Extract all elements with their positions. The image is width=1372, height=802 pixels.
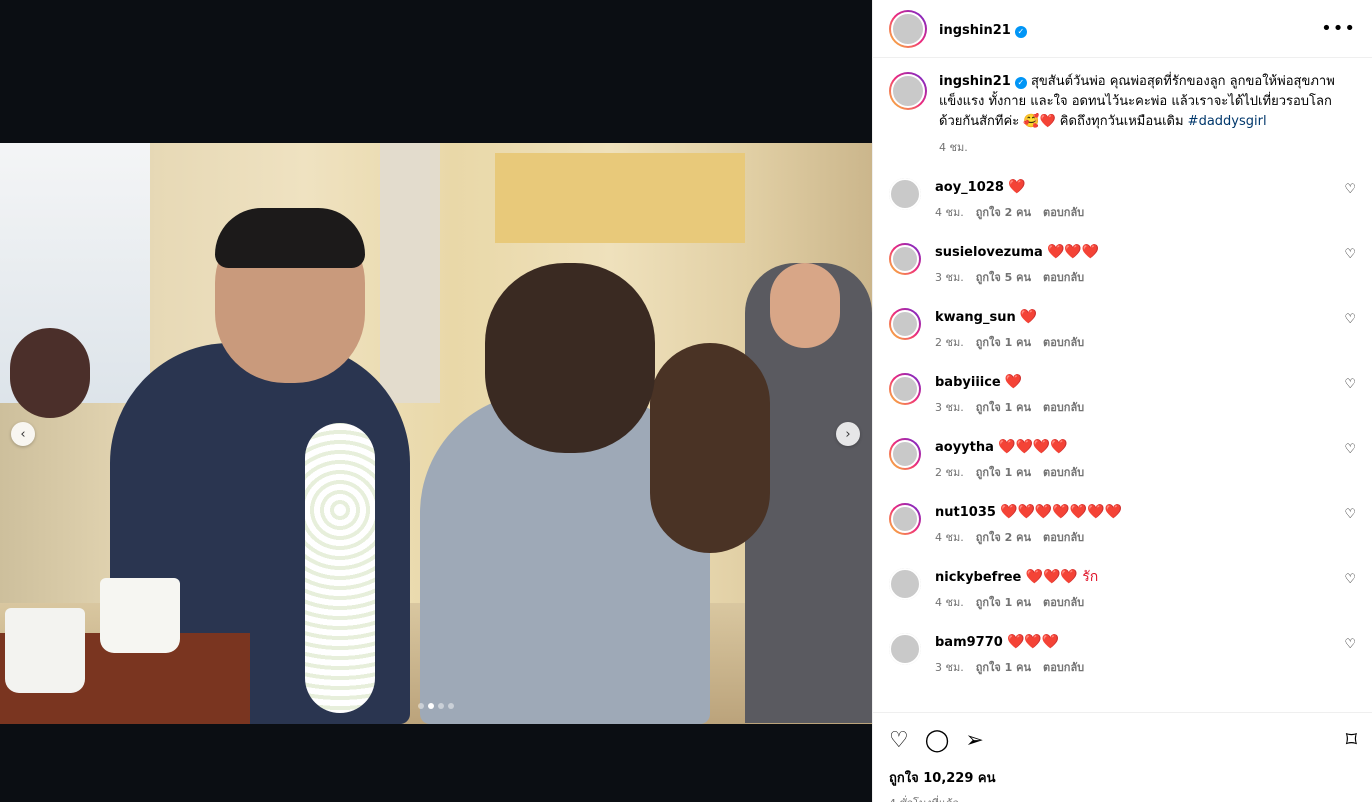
comment-like-icon[interactable]: ♡ (1344, 442, 1356, 457)
more-options-button[interactable]: ••• (1321, 18, 1356, 39)
comment-text: ❤️ (1004, 374, 1023, 390)
comment-text: ❤️ (1019, 309, 1038, 325)
carousel-dot (428, 703, 434, 709)
comment-row: kwang_sun ❤️ 2 ชม. ถูกใจ 1 คน ตอบกลับ ♡ (889, 308, 1356, 351)
comment-likes[interactable]: ถูกใจ 5 คน (976, 271, 1031, 284)
post-actions: ♡ ◯ ➢ ⌑ ถูกใจ 10,229 คน 4 ชั่วโมงที่แล้ว (873, 712, 1372, 802)
hashtag-link[interactable]: #daddysgirl (1188, 114, 1267, 129)
comment-like-icon[interactable]: ♡ (1344, 377, 1356, 392)
post-media: ‹ › (0, 0, 872, 802)
post-sidebar: ingshin21 ✓ ••• ingshin21 ✓ สุขสันต์วันพ่อ… (872, 0, 1372, 802)
comment-row: aoyytha ❤️❤️❤️❤️ 2 ชม. ถูกใจ 1 คน ตอบกลับ ♡ (889, 438, 1356, 481)
comment-like-icon[interactable]: ♡ (1344, 572, 1356, 587)
commenter-avatar[interactable] (889, 178, 921, 210)
comment-likes[interactable]: ถูกใจ 1 คน (976, 336, 1031, 349)
carousel-dots (418, 703, 454, 709)
commenter-username[interactable]: susielovezuma (935, 245, 1043, 260)
author-avatar[interactable] (889, 9, 927, 48)
comment-list: aoy_1028 ❤️ 4 ชม. ถูกใจ 2 คน ตอบกลับ ♡ susiel… (889, 178, 1356, 676)
comment-text: ❤️❤️❤️ รัก (1025, 569, 1099, 585)
commenter-avatar[interactable] (889, 373, 921, 405)
next-image-button[interactable]: › (836, 422, 860, 446)
comment-row: bam9770 ❤️❤️❤️ 3 ชม. ถูกใจ 1 คน ตอบกลับ ♡ (889, 633, 1356, 676)
bookmark-icon[interactable]: ⌑ (1346, 728, 1357, 753)
comment-time: 2 ชม. (935, 336, 964, 349)
previous-image-button[interactable]: ‹ (11, 422, 35, 446)
commenter-username[interactable]: aoy_1028 (935, 180, 1004, 195)
comment-icon[interactable]: ◯ (925, 728, 950, 753)
comment-time: 3 ชม. (935, 401, 964, 414)
commenter-avatar[interactable] (889, 633, 921, 665)
comment-time: 2 ชม. (935, 466, 964, 479)
verified-icon: ✓ (1014, 77, 1027, 89)
comment-text: ❤️ (1008, 179, 1026, 195)
post-timestamp: 4 ชั่วโมงที่แล้ว (889, 794, 1357, 802)
comment-time: 3 ชม. (935, 271, 964, 284)
reply-button[interactable]: ตอบกลับ (1043, 271, 1084, 284)
carousel-dot (418, 703, 424, 709)
reply-button[interactable]: ตอบกลับ (1043, 466, 1084, 479)
comment-like-icon[interactable]: ♡ (1344, 312, 1356, 327)
commenter-username[interactable]: kwang_sun (935, 310, 1016, 325)
carousel-dot (438, 703, 444, 709)
reply-button[interactable]: ตอบกลับ (1043, 596, 1084, 609)
comment-time: 3 ชม. (935, 661, 964, 674)
like-icon[interactable]: ♡ (889, 728, 909, 753)
author-username[interactable]: ingshin21 (939, 23, 1011, 38)
comment-likes[interactable]: ถูกใจ 1 คน (976, 466, 1031, 479)
comment-row: aoy_1028 ❤️ 4 ชม. ถูกใจ 2 คน ตอบกลับ ♡ (889, 178, 1356, 221)
comment-likes[interactable]: ถูกใจ 2 คน (976, 531, 1031, 544)
commenter-username[interactable]: nickybefree (935, 570, 1021, 585)
commenter-username[interactable]: nut1035 (935, 505, 996, 520)
like-count[interactable]: ถูกใจ 10,229 คน (889, 767, 1357, 788)
comment-row: nut1035 ❤️❤️❤️❤️❤️❤️❤️ 4 ชม. ถูกใจ 2 คน ตอบ… (889, 503, 1356, 546)
commenter-username[interactable]: bam9770 (935, 635, 1003, 650)
commenter-avatar[interactable] (889, 503, 921, 535)
post-header: ingshin21 ✓ ••• (873, 0, 1372, 58)
comment-time: 4 ชม. (935, 596, 964, 609)
post-caption: ingshin21 ✓ สุขสันต์วันพ่อ คุณพ่อสุดที่รั… (889, 72, 1356, 156)
reply-button[interactable]: ตอบกลับ (1043, 661, 1084, 674)
commenter-avatar[interactable] (889, 308, 921, 340)
comment-like-icon[interactable]: ♡ (1344, 507, 1356, 522)
comment-like-icon[interactable]: ♡ (1344, 637, 1356, 652)
commenter-username[interactable]: babyiiice (935, 375, 1001, 390)
post-photo (0, 143, 872, 724)
comment-row: nickybefree ❤️❤️❤️ รัก 4 ชม. ถูกใจ 1 คน ตอบ… (889, 568, 1356, 611)
comment-row: susielovezuma ❤️❤️❤️ 3 ชม. ถูกใจ 5 คน ตอบกล… (889, 243, 1356, 286)
comment-text: ❤️❤️❤️ (1006, 634, 1060, 650)
comments-scroll[interactable]: ingshin21 ✓ สุขสันต์วันพ่อ คุณพ่อสุดที่รั… (873, 58, 1372, 712)
caption-time: 4 ชม. (939, 141, 968, 154)
caption-avatar[interactable] (889, 72, 927, 110)
comment-likes[interactable]: ถูกใจ 2 คน (976, 206, 1031, 219)
comment-time: 4 ชม. (935, 206, 964, 219)
commenter-avatar[interactable] (889, 243, 921, 275)
comment-text: ❤️❤️❤️❤️❤️❤️❤️ (1000, 504, 1123, 520)
comment-like-icon[interactable]: ♡ (1344, 182, 1356, 197)
verified-icon: ✓ (1014, 26, 1027, 38)
reply-button[interactable]: ตอบกลับ (1043, 336, 1084, 349)
reply-button[interactable]: ตอบกลับ (1043, 401, 1084, 414)
comment-likes[interactable]: ถูกใจ 1 คน (976, 661, 1031, 674)
commenter-username[interactable]: aoyytha (935, 440, 994, 455)
comment-text: ❤️❤️❤️❤️ (998, 439, 1068, 455)
comment-time: 4 ชม. (935, 531, 964, 544)
reply-button[interactable]: ตอบกลับ (1043, 206, 1084, 219)
commenter-avatar[interactable] (889, 438, 921, 470)
commenter-avatar[interactable] (889, 568, 921, 600)
comment-likes[interactable]: ถูกใจ 1 คน (976, 401, 1031, 414)
caption-username[interactable]: ingshin21 (939, 74, 1011, 89)
comment-likes[interactable]: ถูกใจ 1 คน (976, 596, 1031, 609)
comment-text: ❤️❤️❤️ (1046, 244, 1100, 260)
comment-like-icon[interactable]: ♡ (1344, 247, 1356, 262)
share-icon[interactable]: ➢ (965, 728, 983, 753)
carousel-dot (448, 703, 454, 709)
reply-button[interactable]: ตอบกลับ (1043, 531, 1084, 544)
comment-row: babyiiice ❤️ 3 ชม. ถูกใจ 1 คน ตอบกลับ ♡ (889, 373, 1356, 416)
